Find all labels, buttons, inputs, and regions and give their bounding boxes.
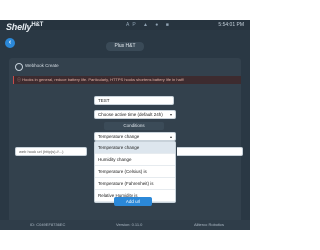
clock: 5:54:01 PM <box>218 22 244 28</box>
chevron-down-icon: ▾ <box>169 112 172 117</box>
dropdown-option[interactable]: Temperature (Fahrenheit) is <box>95 178 175 190</box>
brand-name: Allterco Robotics <box>194 222 225 227</box>
logo-text: Shelly <box>6 22 32 32</box>
device-id: ID: C049EF8736EC <box>30 222 66 227</box>
condition-select[interactable]: Temperature change ▴ <box>94 132 176 141</box>
firmware-version: Version: 0.11.0 <box>116 222 143 227</box>
gear-icon <box>15 63 23 71</box>
webhook-url-input-tail[interactable] <box>177 147 243 156</box>
active-time-value: Choose active time (default 24h) <box>98 112 163 117</box>
condition-dropdown: Temperature change Humidity change Tempe… <box>94 141 176 203</box>
conditions-label: Conditions <box>104 122 164 130</box>
condition-selected-value: Temperature change <box>98 134 140 139</box>
add-url-button[interactable]: Add url <box>114 197 152 206</box>
dropdown-option[interactable]: Humidity change <box>95 154 175 166</box>
shelly-logo: ShellyH&T <box>6 22 43 32</box>
chevron-left-icon: ‹ <box>8 39 12 46</box>
battery-warning: ⓘ Hooks in general, reduce battery life.… <box>13 76 241 84</box>
status-icons: AP ▲ ● ■ <box>126 22 172 28</box>
webhook-title: Webhook Create <box>25 63 59 68</box>
logo-suffix: H&T <box>31 22 44 28</box>
footer: ID: C049EF8736EC Version: 0.11.0 Allterc… <box>0 220 250 230</box>
dropdown-option[interactable]: Temperature change <box>95 142 175 154</box>
frame: ShellyH&T AP ▲ ● ■ 5:54:01 PM ‹ Plus H&T… <box>0 0 250 250</box>
status-bar: ShellyH&T AP ▲ ● ■ 5:54:01 PM <box>0 20 250 32</box>
webhook-url-input[interactable]: web hook url (http(s)://...) <box>15 147 87 156</box>
webhook-card: Webhook Create ⓘ Hooks in general, reduc… <box>9 58 243 230</box>
active-time-select[interactable]: Choose active time (default 24h) ▾ <box>94 110 176 119</box>
webhook-header: Webhook Create <box>9 62 241 71</box>
dropdown-option[interactable]: Temperature (Celsius) is <box>95 166 175 178</box>
webhook-name-input[interactable]: TEST <box>94 96 174 105</box>
page-title: Plus H&T <box>106 42 144 51</box>
warning-text: Hooks in general, reduce battery life. P… <box>22 77 184 82</box>
back-button[interactable]: ‹ <box>5 38 15 48</box>
chevron-down-icon: ▴ <box>169 134 172 139</box>
